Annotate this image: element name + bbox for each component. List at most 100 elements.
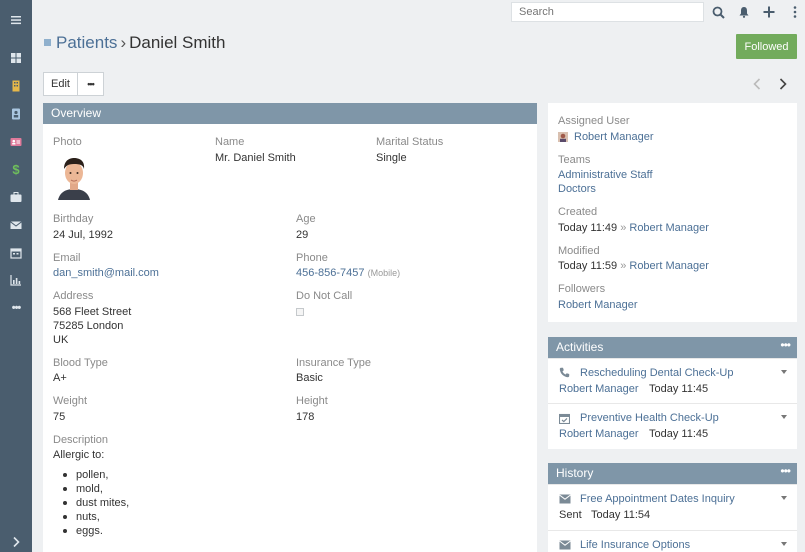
created-label: Created xyxy=(558,206,598,218)
contact-card-icon[interactable] xyxy=(0,128,32,156)
sidebar: $ ••• xyxy=(0,0,32,552)
activities-title: Activities xyxy=(556,340,604,354)
list-item: Free Appointment Dates Inquiry Sent Toda… xyxy=(548,484,797,530)
address-label: Address xyxy=(53,290,94,302)
search-icon[interactable] xyxy=(709,3,727,21)
briefcase-icon[interactable] xyxy=(0,183,32,211)
calendar-icon[interactable] xyxy=(0,239,32,267)
weight-label: Weight xyxy=(53,395,88,407)
allergy-list: pollen, mold, dust mites, nuts, eggs. xyxy=(53,468,129,538)
followed-button[interactable]: Followed xyxy=(736,34,797,59)
overview-panel-title: Overview xyxy=(43,103,537,124)
followers-label: Followers xyxy=(558,283,606,295)
vertical-dots-icon[interactable] xyxy=(786,3,804,21)
history-panel: History ••• Free Appointment Dates Inqui… xyxy=(548,463,797,552)
envelope-icon[interactable] xyxy=(0,211,32,239)
email-label: Email xyxy=(53,252,81,264)
activity-dropdown-icon[interactable] xyxy=(781,370,787,374)
expand-icon[interactable] xyxy=(0,528,32,552)
arrow-separator: » xyxy=(620,222,627,234)
created-time: Today 11:49 xyxy=(558,222,618,234)
team-link-doctors[interactable]: Doctors xyxy=(558,183,596,195)
height-value: 178 xyxy=(296,411,315,423)
dashboard-icon[interactable] xyxy=(0,44,32,72)
page-title: Daniel Smith xyxy=(129,33,226,52)
user-avatar xyxy=(558,132,568,142)
chart-icon[interactable] xyxy=(0,266,32,294)
created-value: Today 11:49 » Robert Manager xyxy=(558,222,709,234)
description-intro: Allergic to: xyxy=(53,449,105,461)
modified-time: Today 11:59 xyxy=(558,260,618,272)
history-status: Sent xyxy=(559,509,582,521)
marital-status-value: Single xyxy=(376,152,407,164)
history-email-link[interactable]: Life Insurance Options xyxy=(580,539,690,551)
activities-panel-header: Activities ••• xyxy=(548,337,797,358)
more-icon[interactable]: ••• xyxy=(0,294,32,322)
activity-dropdown-icon[interactable] xyxy=(781,415,787,419)
list-item: eggs. xyxy=(53,524,129,538)
follower-link[interactable]: Robert Manager xyxy=(558,299,638,311)
edit-button[interactable]: Edit xyxy=(43,72,78,96)
activity-user-link[interactable]: Robert Manager xyxy=(559,383,639,395)
phone-type: (Mobile) xyxy=(367,268,401,278)
list-item: mold, xyxy=(53,482,129,496)
list-item: Rescheduling Dental Check-Up Robert Mana… xyxy=(548,358,797,403)
history-panel-header: History ••• xyxy=(548,463,797,484)
history-dropdown-icon[interactable] xyxy=(781,496,787,500)
modified-value: Today 11:59 » Robert Manager xyxy=(558,260,709,272)
list-item: nuts, xyxy=(53,510,129,524)
insurance-type-label: Insurance Type xyxy=(296,357,372,369)
envelope-icon xyxy=(559,494,571,504)
birthday-value: 24 Jul, 1992 xyxy=(53,229,113,241)
activities-menu-icon[interactable]: ••• xyxy=(780,338,791,352)
arrow-separator: » xyxy=(620,260,627,272)
photo-label: Photo xyxy=(53,136,82,148)
blood-type-label: Blood Type xyxy=(53,357,108,369)
activity-name-link[interactable]: Preventive Health Check-Up xyxy=(580,412,719,424)
calendar-check-icon xyxy=(559,413,570,424)
address-line-1: 568 Fleet Street xyxy=(53,306,132,318)
menu-icon[interactable] xyxy=(0,6,32,34)
patient-photo[interactable] xyxy=(56,154,92,200)
address-line-2: 75285 London xyxy=(53,320,124,332)
more-actions-button[interactable]: ••• xyxy=(77,72,104,96)
do-not-call-label: Do Not Call xyxy=(296,290,353,302)
search-input[interactable] xyxy=(511,2,704,22)
modified-by-link[interactable]: Robert Manager xyxy=(629,260,709,272)
description-label: Description xyxy=(53,434,109,446)
breadcrumb-patients-link[interactable]: Patients xyxy=(56,33,117,52)
name-label: Name xyxy=(215,136,245,148)
teams-label: Teams xyxy=(558,154,591,166)
history-email-link[interactable]: Free Appointment Dates Inquiry xyxy=(580,493,735,505)
list-item: dust mites, xyxy=(53,496,129,510)
do-not-call-checkbox xyxy=(296,308,304,316)
phone-icon xyxy=(559,367,570,378)
team-link-administrative-staff[interactable]: Administrative Staff xyxy=(558,169,653,181)
previous-record-icon[interactable] xyxy=(749,76,765,92)
history-menu-icon[interactable]: ••• xyxy=(780,464,791,478)
list-item: Life Insurance Options xyxy=(548,530,797,552)
history-dropdown-icon[interactable] xyxy=(781,542,787,546)
created-by-link[interactable]: Robert Manager xyxy=(629,222,709,234)
email-link[interactable]: dan_smith@mail.com xyxy=(53,267,159,279)
patient-icon[interactable] xyxy=(0,100,32,128)
dollar-icon[interactable]: $ xyxy=(0,155,32,183)
activity-user-link[interactable]: Robert Manager xyxy=(559,428,639,440)
assigned-user-label: Assigned User xyxy=(558,115,630,127)
next-record-icon[interactable] xyxy=(775,76,791,92)
bell-icon[interactable] xyxy=(735,3,753,21)
activity-time: Today 11:45 xyxy=(649,383,709,395)
height-label: Height xyxy=(296,395,328,407)
phone-label: Phone xyxy=(296,252,328,264)
marital-status-label: Marital Status xyxy=(376,136,444,148)
plus-icon[interactable] xyxy=(760,3,778,21)
assigned-user-link[interactable]: Robert Manager xyxy=(574,131,654,143)
activity-name-link[interactable]: Rescheduling Dental Check-Up xyxy=(580,367,733,379)
building-icon[interactable] xyxy=(0,72,32,100)
birthday-label: Birthday xyxy=(53,213,94,225)
phone-link[interactable]: 456-856-7457 xyxy=(296,267,365,279)
address-line-3: UK xyxy=(53,334,69,346)
phone-field: 456-856-7457 (Mobile) xyxy=(296,267,400,279)
weight-value: 75 xyxy=(53,411,66,423)
age-label: Age xyxy=(296,213,316,225)
